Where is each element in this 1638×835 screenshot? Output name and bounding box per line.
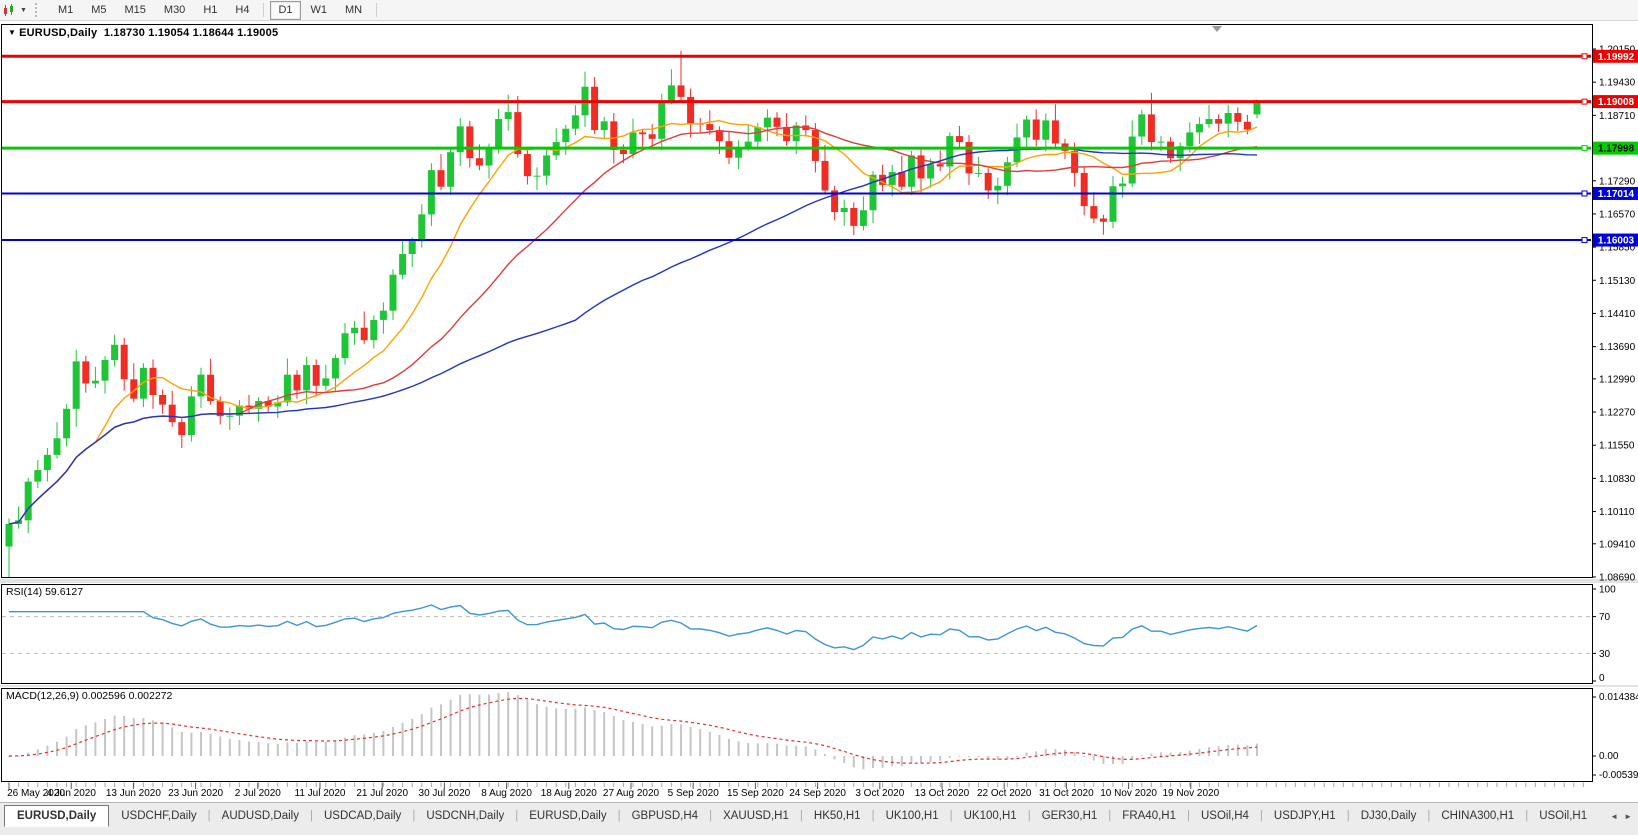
date-label: 13 Oct 2020 [915,788,970,799]
tab-usdcad-daily[interactable]: USDCAD,Daily [314,806,411,826]
tab-usdjpy-h1[interactable]: USDJPY,H1 [1264,806,1346,826]
svg-text:1.19992: 1.19992 [1598,52,1635,63]
timeframe-button-m15[interactable]: M15 [117,1,154,20]
chart-canvas: 1.201501.194301.187101.172901.165701.158… [0,22,1638,802]
macd-label: MACD(12,26,9) 0.002596 0.002272 [6,690,173,702]
timeframe-buttons: M1 M5 M15 M30 H1 H4 D1 W1 MN [49,0,382,20]
symbol-marker-icon[interactable]: ▼ [8,28,16,37]
tab-usdchf-daily[interactable]: USDCHF,Daily [111,806,206,826]
date-label: 24 Sep 2020 [789,788,846,799]
tab-scroll-right-icon[interactable]: ► [1624,812,1632,821]
symbol-tabbar: EURUSD,Daily USDCHF,Daily | AUDUSD,Daily | U… [0,802,1638,829]
svg-text:1.15130: 1.15130 [1599,276,1636,287]
symbol-tabs: EURUSD,Daily USDCHF,Daily | AUDUSD,Daily | U… [0,803,1604,829]
timeframe-button-h4[interactable]: H4 [227,1,257,20]
timeframe-button-h1[interactable]: H1 [195,1,225,20]
date-label: 2 Jul 2020 [235,788,282,799]
svg-text:1.17998: 1.17998 [1598,144,1635,155]
bottom-strip [0,828,1638,835]
date-label: 18 Aug 2020 [541,788,598,799]
date-label: 5 Sep 2020 [668,788,720,799]
date-label: 19 Nov 2020 [1162,788,1219,799]
svg-text:1.17290: 1.17290 [1599,176,1636,187]
tab-hk50-h1[interactable]: HK50,H1 [804,806,871,826]
svg-text:1.10110: 1.10110 [1599,507,1635,518]
chart-type-icon[interactable] [0,1,20,19]
date-label: 4 Jun 2020 [46,788,96,799]
svg-text:0.014384: 0.014384 [1599,692,1638,703]
svg-text:-0.005396: -0.005396 [1599,770,1638,781]
chart-type-dropdown-icon[interactable]: ▼ [20,7,31,14]
hline-handle[interactable] [1581,98,1588,105]
rsi-label: RSI(14) 59.6127 [6,586,84,598]
svg-text:30: 30 [1599,649,1611,660]
chart-title-symbol: EURUSD,Daily [19,27,98,39]
tab-eurusd-daily[interactable]: EURUSD,Daily [519,806,616,826]
tab-scroll-left-icon[interactable]: ◄ [1610,812,1618,821]
tab-eurusd-daily[interactable]: EURUSD,Daily [4,805,110,827]
mt4-window: ▼ M1 M5 M15 M30 H1 H4 D1 W1 MN ▼ EURUSD,Daily 1.1… [0,0,1638,835]
tab-usoil-h1[interactable]: USOil,H1 [1529,806,1597,826]
svg-text:1.17014: 1.17014 [1598,189,1635,200]
date-label: 22 Oct 2020 [977,788,1032,799]
svg-text:1.08690: 1.08690 [1599,572,1636,583]
chart-title: ▼ EURUSD,Daily 1.18730 1.19054 1.18644 1.… [8,27,278,39]
date-label: 27 Aug 2020 [603,788,660,799]
timeframe-toolbar: ▼ M1 M5 M15 M30 H1 H4 D1 W1 MN [0,0,1638,21]
timeframe-button-w1[interactable]: W1 [303,1,336,20]
svg-text:1.14410: 1.14410 [1599,309,1636,320]
date-label: 13 Jun 2020 [106,788,161,799]
hline-handle[interactable] [1581,237,1588,244]
timeframe-button-m30[interactable]: M30 [156,1,193,20]
date-label: 21 Jul 2020 [356,788,408,799]
date-label: 11 Jul 2020 [295,788,346,799]
date-label: 30 Jul 2020 [419,788,471,799]
svg-text:70: 70 [1599,612,1611,623]
panel-divider[interactable] [0,579,1638,583]
svg-text:0.00: 0.00 [1599,751,1619,762]
hline-handle[interactable] [1581,53,1588,60]
chart-title-quote: 1.18730 1.19054 1.18644 1.19005 [103,27,279,39]
timeframe-button-d1[interactable]: D1 [270,0,301,20]
tab-uk100-h1[interactable]: UK100,H1 [954,806,1027,826]
date-label: 31 Oct 2020 [1039,788,1094,799]
svg-text:1.10830: 1.10830 [1599,474,1636,485]
tab-scroll-arrows: ◄ ► [1604,812,1638,821]
svg-text:1.19008: 1.19008 [1598,97,1635,108]
date-label: 15 Sep 2020 [727,788,784,799]
tab-usdcnh-daily[interactable]: USDCNH,Daily [416,806,514,826]
tab-audusd-daily[interactable]: AUDUSD,Daily [212,806,309,826]
timeframe-button-mn[interactable]: MN [337,1,370,20]
svg-text:1.12270: 1.12270 [1599,408,1636,419]
tab-china300-h1[interactable]: CHINA300,H1 [1431,806,1524,826]
tab-usoil-h4[interactable]: USOil,H4 [1191,806,1259,826]
tab-dj30-daily[interactable]: DJ30,Daily [1351,806,1427,826]
svg-text:1.11550: 1.11550 [1599,441,1635,452]
svg-text:1.18710: 1.18710 [1599,111,1636,122]
hline-handle[interactable] [1581,145,1588,152]
date-label: 23 Jun 2020 [168,788,223,799]
timeframe-button-m1[interactable]: M1 [50,1,81,20]
svg-text:1.13690: 1.13690 [1599,342,1636,353]
panel-divider[interactable] [0,685,1638,687]
svg-text:1.12990: 1.12990 [1599,374,1636,385]
date-label: 3 Oct 2020 [855,788,904,799]
svg-text:100: 100 [1599,585,1616,596]
timeframe-button-m5[interactable]: M5 [83,1,114,20]
svg-text:0: 0 [1599,673,1605,684]
tab-ger30-h1[interactable]: GER30,H1 [1032,806,1108,826]
svg-text:1.16570: 1.16570 [1599,209,1636,220]
tab-gbpusd-h4[interactable]: GBPUSD,H4 [622,806,708,826]
svg-text:1.09410: 1.09410 [1599,539,1636,550]
tab-fra40-h1[interactable]: FRA40,H1 [1112,806,1186,826]
svg-text:1.19430: 1.19430 [1599,78,1636,89]
tab-xauusd-h1[interactable]: XAUUSD,H1 [713,806,799,826]
hline-handle[interactable] [1581,190,1588,197]
date-label: 10 Nov 2020 [1100,788,1157,799]
tab-uk100-h1[interactable]: UK100,H1 [876,806,949,826]
date-label: 8 Aug 2020 [481,788,532,799]
svg-text:1.16003: 1.16003 [1598,236,1635,247]
toolbar-grip [34,3,41,17]
